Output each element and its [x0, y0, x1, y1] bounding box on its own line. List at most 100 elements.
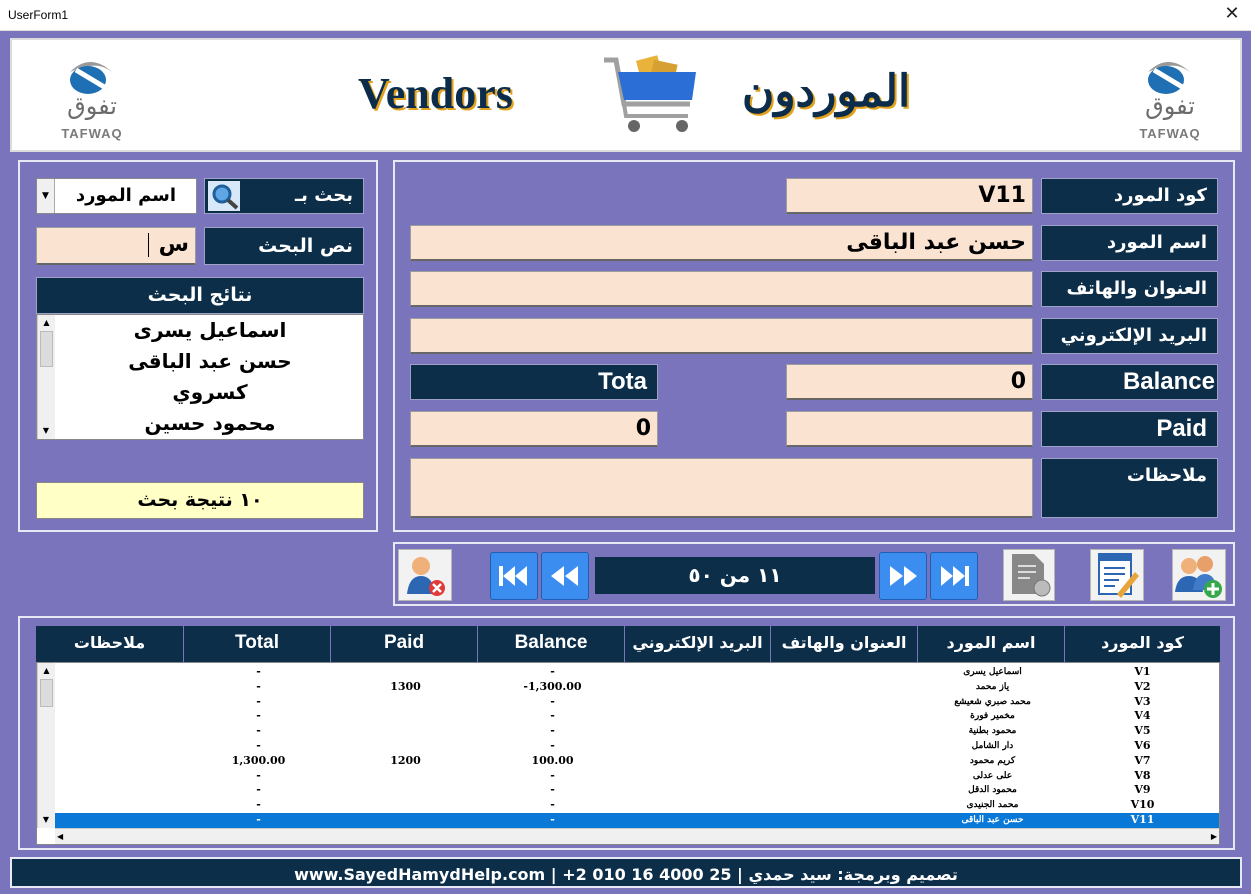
table-cell-address: [772, 695, 919, 710]
search-icon[interactable]: [208, 181, 240, 211]
table-cell-code: V11: [1130, 813, 1155, 826]
logo-left: تفوق TAFWAQ: [52, 44, 132, 144]
table-cell-code: V2: [1134, 679, 1151, 693]
table-cell-email: [626, 724, 772, 739]
table-row[interactable]: - 1300 -1,300.00 ياز محمد V2: [55, 680, 1219, 695]
table-cell-email: [626, 813, 772, 828]
table-cell-address: [772, 665, 919, 680]
status-bar: www.SayedHamydHelp.com | +2 010 16 4000 …: [10, 857, 1242, 888]
table-row[interactable]: - - محمد صبري شعيشع V3: [55, 695, 1219, 710]
close-icon[interactable]: ✕: [1221, 3, 1243, 25]
scroll-down-icon[interactable]: ▼: [38, 812, 54, 828]
edit-record-button[interactable]: [1090, 549, 1144, 601]
grid-header-email[interactable]: البريد الإلكتروني: [625, 626, 771, 662]
table-row[interactable]: - - محمود الدقل V9: [55, 783, 1219, 798]
table-cell-name: محمود بطنية: [968, 726, 1017, 737]
list-item[interactable]: اسماعيل يسرى: [57, 315, 363, 346]
table-cell-address: [772, 798, 919, 813]
notes-field[interactable]: [410, 458, 1033, 518]
table-row[interactable]: - - محمد الجنيدى V10: [55, 798, 1219, 813]
paid-field[interactable]: [786, 411, 1033, 447]
table-cell-notes: [55, 680, 185, 695]
title-english: Vendors: [358, 69, 513, 118]
table-cell-paid: [332, 665, 479, 680]
search-by-label-text: بحث بـ: [295, 185, 353, 206]
add-vendor-button[interactable]: [1172, 549, 1226, 601]
table-cell-total: -: [256, 783, 261, 797]
shopping-cart-icon: [604, 55, 696, 132]
last-record-button[interactable]: [930, 552, 978, 600]
table-cell-balance: -: [550, 739, 555, 752]
table-cell-total: -: [256, 679, 261, 693]
scroll-up-icon[interactable]: ▲: [38, 663, 55, 679]
table-row[interactable]: - - مخمير فورة V4: [55, 709, 1219, 724]
delete-vendor-button[interactable]: [398, 549, 452, 601]
table-cell-code: V8: [1134, 768, 1151, 782]
save-record-button[interactable]: [1003, 549, 1055, 601]
search-by-dropdown[interactable]: ▼ اسم المورد: [36, 178, 197, 214]
results-list[interactable]: ▲ ▼ اسماعيل يسرى حسن عبد الباقى كسروي مح…: [36, 314, 364, 440]
next-record-icon: [890, 566, 917, 586]
table-cell-code: V10: [1130, 798, 1155, 812]
table-row[interactable]: 1,300.00 1200 100.00 كريم محمود V7: [55, 754, 1219, 769]
grid-header-code[interactable]: كود المورد: [1065, 626, 1220, 662]
table-cell-email: [626, 680, 772, 695]
vendor-name-field[interactable]: حسن عبد الباقى: [410, 225, 1033, 261]
list-item[interactable]: كسروي: [57, 377, 363, 408]
scroll-up-icon[interactable]: ▲: [38, 315, 55, 331]
list-item[interactable]: محمود حسين: [57, 408, 363, 439]
table-row[interactable]: - - على عدلى V8: [55, 769, 1219, 784]
table-row[interactable]: - - حسن عبد الباقى V11: [55, 813, 1219, 828]
grid-header-paid[interactable]: Paid: [331, 626, 478, 662]
table-cell-name: كريم محمود: [969, 755, 1016, 766]
table-cell-code: V4: [1134, 709, 1151, 723]
table-cell-notes: [55, 665, 185, 680]
table-cell-paid: [332, 739, 479, 754]
table-cell-balance: -1,300.00: [523, 679, 582, 693]
grid-vertical-scrollbar[interactable]: ▲ ▼: [37, 663, 55, 828]
table-cell-balance: -: [550, 768, 555, 782]
table-cell-name: دار الشامل: [971, 741, 1014, 751]
scroll-down-icon[interactable]: ▼: [38, 423, 54, 439]
scroll-thumb[interactable]: [40, 679, 53, 707]
table-cell-total: 1,300.00: [231, 753, 286, 767]
balance-field[interactable]: 0: [786, 364, 1033, 400]
table-cell-email: [626, 695, 772, 710]
address-phone-field[interactable]: [410, 271, 1033, 307]
table-row[interactable]: - - اسماعيل يسرى V1: [55, 665, 1219, 680]
total-field[interactable]: 0: [410, 411, 658, 447]
previous-record-button[interactable]: [541, 552, 589, 600]
email-field[interactable]: [410, 318, 1033, 354]
table-cell-name: محمد صبري شعيشع: [954, 696, 1031, 707]
grid-header-total[interactable]: Total: [184, 626, 331, 662]
first-record-button[interactable]: [490, 552, 538, 600]
tafwaq-logo-icon: [70, 62, 112, 94]
grid-header-address[interactable]: العنوان والهاتف: [771, 626, 918, 662]
scroll-thumb[interactable]: [40, 331, 53, 367]
vendor-code-field[interactable]: V11: [786, 178, 1033, 214]
grid-header-name[interactable]: اسم المورد: [918, 626, 1065, 662]
tafwaq-logo-icon: [1148, 62, 1190, 94]
table-cell-address: [772, 709, 919, 724]
table-cell-address: [772, 680, 919, 695]
grid-body[interactable]: ▲ ▼ - - اسماعيل يسرى V1-1300 -1,300.00 ياز مح…: [36, 662, 1220, 845]
list-item[interactable]: حسن عبد الباقى: [57, 346, 363, 377]
edit-document-icon: [1098, 553, 1139, 598]
search-by-value: اسم المورد: [75, 185, 177, 206]
text-cursor: [147, 233, 149, 257]
table-cell-name: ياز محمد: [975, 681, 1010, 692]
search-text-input[interactable]: س: [36, 227, 196, 265]
results-scrollbar[interactable]: ▲ ▼: [37, 315, 55, 439]
grid-horizontal-scrollbar[interactable]: ◀ ▶: [55, 828, 1219, 844]
table-cell-paid: [332, 798, 479, 813]
table-cell-total: -: [256, 665, 261, 678]
grid-header-balance[interactable]: Balance: [478, 626, 625, 662]
scroll-left-icon[interactable]: ◀: [57, 829, 63, 845]
chevron-down-icon[interactable]: ▼: [37, 179, 55, 213]
next-record-button[interactable]: [879, 552, 927, 600]
scroll-right-icon[interactable]: ▶: [1211, 829, 1217, 845]
table-row[interactable]: - - محمود بطنية V5: [55, 724, 1219, 739]
table-row[interactable]: - - دار الشامل V6: [55, 739, 1219, 754]
grid-header-notes[interactable]: ملاحظات: [36, 626, 184, 662]
vendor-code-label: كود المورد: [1041, 178, 1218, 214]
